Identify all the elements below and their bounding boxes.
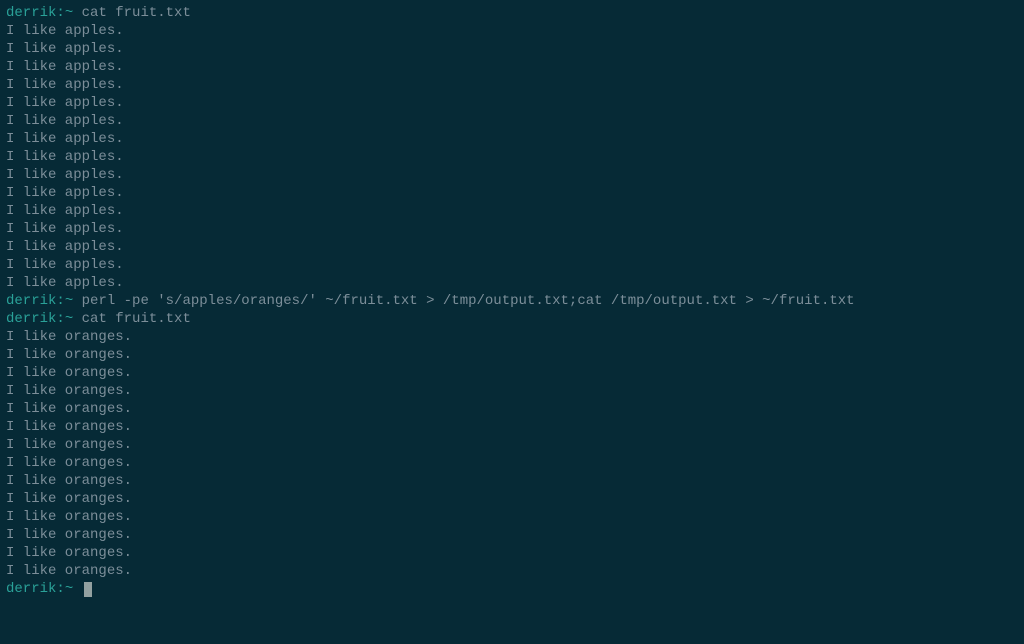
output-line: I like oranges. xyxy=(6,472,1018,490)
output-line: I like oranges. xyxy=(6,418,1018,436)
prompt-separator: : xyxy=(56,311,64,327)
output-line: I like oranges. xyxy=(6,436,1018,454)
command-text: cat fruit.txt xyxy=(82,311,191,327)
output-line: I like oranges. xyxy=(6,346,1018,364)
prompt-path: ~ xyxy=(65,581,73,597)
command-line: derrik:~ cat fruit.txt xyxy=(6,4,1018,22)
output-line: I like apples. xyxy=(6,202,1018,220)
output-line: I like apples. xyxy=(6,166,1018,184)
output-line: I like apples. xyxy=(6,274,1018,292)
prompt-symbol xyxy=(73,5,81,21)
prompt-user: derrik xyxy=(6,5,56,21)
output-line: I like oranges. xyxy=(6,508,1018,526)
output-line: I like apples. xyxy=(6,94,1018,112)
prompt-symbol xyxy=(73,293,81,309)
command-line: derrik:~ cat fruit.txt xyxy=(6,310,1018,328)
output-line: I like apples. xyxy=(6,220,1018,238)
shell-prompt: derrik:~ xyxy=(6,5,82,21)
prompt-path: ~ xyxy=(65,293,73,309)
output-line: I like apples. xyxy=(6,256,1018,274)
output-line: I like apples. xyxy=(6,58,1018,76)
output-line: I like apples. xyxy=(6,184,1018,202)
terminal-window[interactable]: derrik:~ cat fruit.txtI like apples.I li… xyxy=(6,4,1018,598)
prompt-user: derrik xyxy=(6,311,56,327)
output-line: I like oranges. xyxy=(6,382,1018,400)
output-line: I like oranges. xyxy=(6,562,1018,580)
command-line: derrik:~ perl -pe 's/apples/oranges/' ~/… xyxy=(6,292,1018,310)
output-line: I like oranges. xyxy=(6,490,1018,508)
active-prompt-line[interactable]: derrik:~ xyxy=(6,580,1018,598)
output-line: I like apples. xyxy=(6,76,1018,94)
command-text: perl -pe 's/apples/oranges/' ~/fruit.txt… xyxy=(82,293,855,309)
prompt-path: ~ xyxy=(65,5,73,21)
prompt-path: ~ xyxy=(65,311,73,327)
output-line: I like oranges. xyxy=(6,454,1018,472)
output-line: I like apples. xyxy=(6,238,1018,256)
output-line: I like oranges. xyxy=(6,544,1018,562)
prompt-user: derrik xyxy=(6,293,56,309)
prompt-user: derrik xyxy=(6,581,56,597)
output-line: I like oranges. xyxy=(6,328,1018,346)
cursor-icon xyxy=(84,582,92,597)
output-line: I like apples. xyxy=(6,112,1018,130)
prompt-separator: : xyxy=(56,293,64,309)
shell-prompt: derrik:~ xyxy=(6,581,82,597)
output-line: I like oranges. xyxy=(6,526,1018,544)
output-line: I like oranges. xyxy=(6,400,1018,418)
output-line: I like apples. xyxy=(6,130,1018,148)
output-line: I like apples. xyxy=(6,40,1018,58)
output-line: I like apples. xyxy=(6,22,1018,40)
prompt-symbol xyxy=(73,581,81,597)
shell-prompt: derrik:~ xyxy=(6,293,82,309)
output-line: I like apples. xyxy=(6,148,1018,166)
shell-prompt: derrik:~ xyxy=(6,311,82,327)
command-text: cat fruit.txt xyxy=(82,5,191,21)
prompt-symbol xyxy=(73,311,81,327)
output-line: I like oranges. xyxy=(6,364,1018,382)
prompt-separator: : xyxy=(56,581,64,597)
prompt-separator: : xyxy=(56,5,64,21)
